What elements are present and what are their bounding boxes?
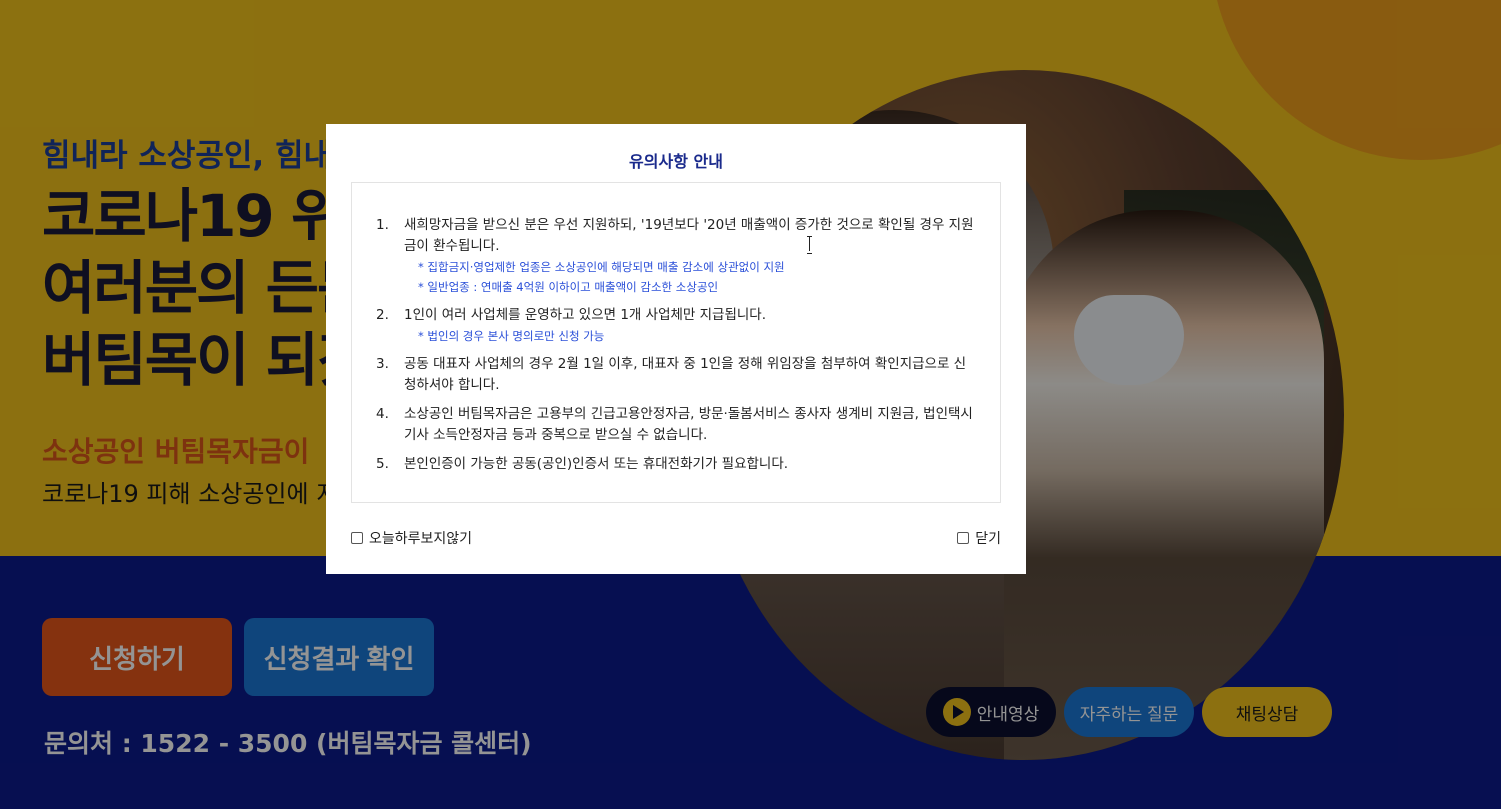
close-label: 닫기	[975, 531, 1001, 547]
notice-content-box: 1. 새희망자금을 받으신 분은 우선 지원하되, '19년보다 '20년 매출…	[351, 182, 1001, 503]
text-cursor-icon	[807, 236, 813, 254]
notice-item: 3. 공동 대표자 사업체의 경우 2월 1일 이후, 대표자 중 1인을 정해…	[376, 354, 976, 396]
notice-item: 2. 1인이 여러 사업체를 운영하고 있으면 1개 사업체만 지급됩니다. *…	[376, 305, 976, 346]
notice-number: 2.	[376, 307, 389, 323]
notice-item: 5. 본인인증이 가능한 공동(공인)인증서 또는 휴대전화기가 필요합니다.	[376, 454, 976, 475]
notice-note: * 일반업종 : 연매출 4억원 이하이고 매출액이 감소한 소상공인	[418, 280, 719, 294]
notice-number: 4.	[376, 406, 389, 422]
dont-show-today-checkbox[interactable]: 오늘하루보지않기	[351, 528, 472, 548]
notice-text: 공동 대표자 사업체의 경우 2월 1일 이후, 대표자 중 1인을 정해 위임…	[404, 356, 967, 393]
modal-footer: 오늘하루보지않기 닫기	[351, 528, 1001, 548]
notice-item: 4. 소상공인 버팀목자금은 고용부의 긴급고용안정자금, 방문·돌봄서비스 종…	[376, 404, 976, 446]
notice-modal: 유의사항 안내 1. 새희망자금을 받으신 분은 우선 지원하되, '19년보다…	[326, 124, 1026, 574]
notice-note: * 집합금지·영업제한 업종은 소상공인에 해당되면 매출 감소에 상관없이 지…	[418, 260, 785, 274]
modal-title: 유의사항 안내	[629, 152, 723, 171]
checkbox-icon[interactable]	[957, 532, 970, 544]
notice-number: 3.	[376, 356, 389, 372]
notice-text: 소상공인 버팀목자금은 고용부의 긴급고용안정자금, 방문·돌봄서비스 종사자 …	[404, 406, 973, 443]
notice-list: 1. 새희망자금을 받으신 분은 우선 지원하되, '19년보다 '20년 매출…	[376, 215, 976, 475]
notice-note: * 법인의 경우 본사 명의로만 신청 가능	[418, 329, 605, 343]
checkbox-icon[interactable]	[351, 532, 363, 544]
notice-item: 1. 새희망자금을 받으신 분은 우선 지원하되, '19년보다 '20년 매출…	[376, 215, 976, 297]
close-checkbox[interactable]: 닫기	[957, 528, 1001, 548]
notice-number: 1.	[376, 217, 389, 233]
dont-show-today-label: 오늘하루보지않기	[369, 531, 473, 547]
notice-text: 새희망자금을 받으신 분은 우선 지원하되, '19년보다 '20년 매출액이 …	[404, 217, 974, 254]
notice-text: 1인이 여러 사업체를 운영하고 있으면 1개 사업체만 지급됩니다.	[404, 307, 767, 323]
notice-number: 5.	[376, 456, 389, 472]
notice-text: 본인인증이 가능한 공동(공인)인증서 또는 휴대전화기가 필요합니다.	[404, 456, 789, 472]
